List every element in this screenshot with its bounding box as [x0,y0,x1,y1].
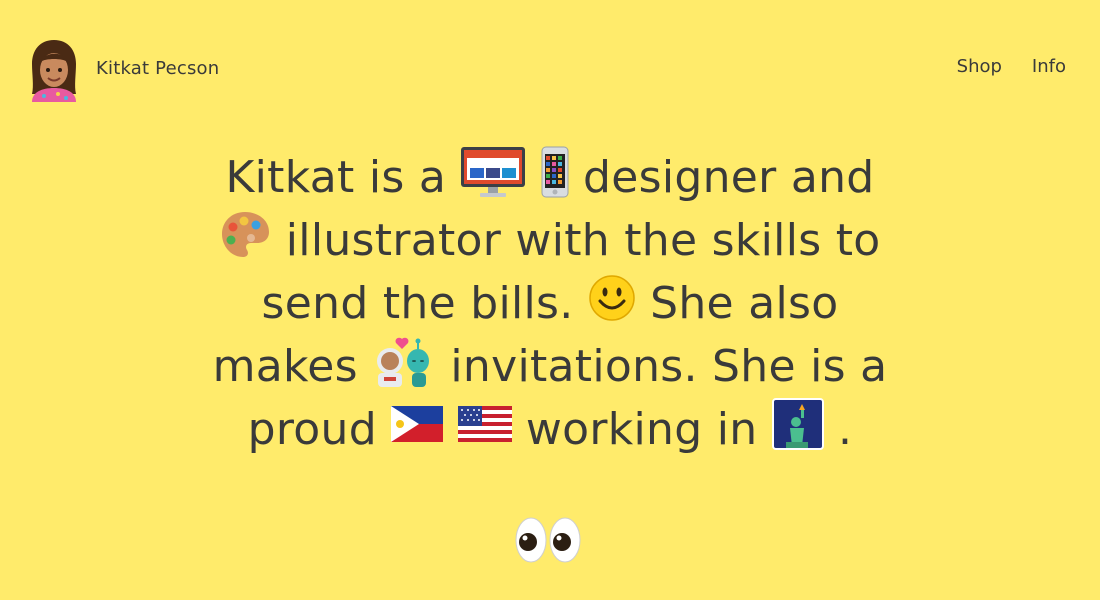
main-nav: Shop Info [957,56,1066,77]
desktop-computer-icon [460,146,526,198]
intro-seg-1: Kitkat is a [225,152,461,203]
intro-seg-2: designer and [583,152,875,203]
astronaut-alien-couple-icon [372,335,436,387]
mobile-phone-icon [541,146,569,198]
eyes-icon [514,516,582,564]
site-name-link[interactable]: Kitkat Pecson [96,58,219,79]
philippines-flag-icon [391,406,444,442]
artist-palette-icon [219,209,271,261]
usa-flag-icon [457,406,512,442]
intro-seg-7: . [838,404,853,455]
avatar-woman-icon[interactable] [28,38,80,102]
intro-text: Kitkat is a designer and illustrator wit… [200,146,900,461]
nav-info-link[interactable]: Info [1032,56,1066,77]
smiling-face-icon [588,274,636,322]
site-header: Kitkat Pecson Shop Info [0,0,1100,110]
nav-shop-link[interactable]: Shop [957,56,1002,77]
intro-seg-6: working in [525,404,772,455]
statue-of-liberty-icon [771,398,824,450]
